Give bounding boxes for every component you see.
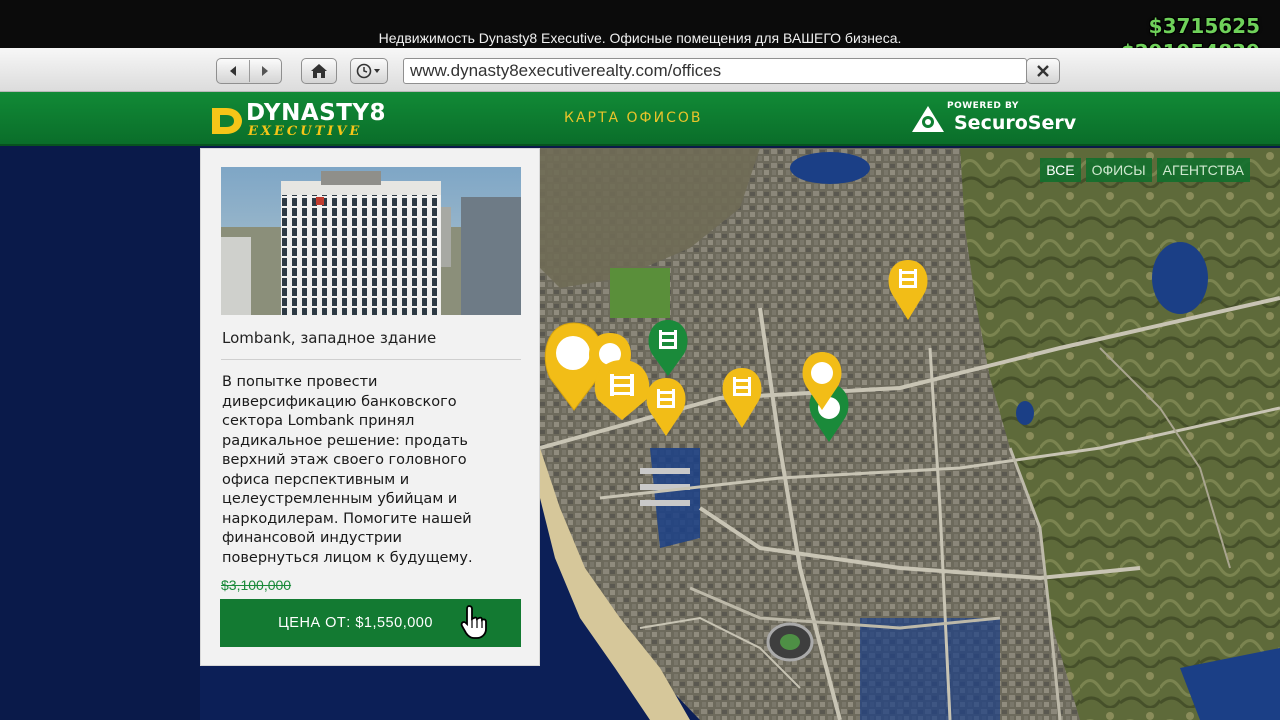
property-info-panel: Lombank, западное здание В попытке прове… [200,148,540,666]
site-header: DYNASTY8 EXECUTIVE КАРТА ОФИСОВ POWERED … [0,92,1280,146]
forward-button[interactable] [249,59,281,83]
office-pin-selected[interactable] [648,320,688,376]
cash-balance: $3715625 [1148,14,1260,38]
history-clock-icon [356,63,380,79]
filter-offices-button[interactable]: ОФИСЫ [1085,158,1152,182]
filter-all-button[interactable]: ВСЕ [1040,158,1081,182]
page-title: КАРТА ОФИСОВ [564,110,703,126]
nav-buttons [216,58,282,84]
map-filter-bar: ВСЕ ОФИСЫ АГЕНТСТВА [1040,158,1250,182]
property-photo [221,167,521,315]
securoserv-logo-icon [912,106,944,132]
office-pin[interactable] [646,378,686,436]
logo-main-text: DYNASTY8 [246,100,387,126]
property-title: Lombank, западное здание [222,329,437,347]
buy-price-label: ЦЕНА ОТ: $1,550,000 [278,615,433,631]
old-price: $3,100,000 [221,577,292,593]
forward-arrow-icon [262,66,269,76]
history-button[interactable] [350,58,388,84]
back-button[interactable] [217,59,249,83]
home-button[interactable] [301,58,337,84]
securoserv-brand: SecuroServ [954,112,1077,134]
close-x-icon [1037,65,1049,77]
property-description: В попытке провести диверсификацию банков… [222,374,473,566]
office-pin[interactable] [722,368,762,428]
browser-toolbar: www.dynasty8executiverealty.com/offices [0,48,1280,92]
game-browser-screen: Недвижимость Dynasty8 Executive. Офисные… [0,0,1280,720]
office-pin-large[interactable] [594,360,650,420]
window-titlebar: Недвижимость Dynasty8 Executive. Офисные… [0,0,1280,48]
map-markers-layer [544,260,928,442]
dynasty8-logo-icon [212,108,242,134]
logo-sub-text: EXECUTIVE [248,124,363,139]
close-button[interactable] [1026,58,1060,84]
dynasty8-logo[interactable]: DYNASTY8 EXECUTIVE [208,100,386,140]
building-photo-image [221,167,521,315]
hand-cursor-icon [460,605,487,639]
back-arrow-icon [229,66,236,76]
home-icon [311,64,327,78]
url-bar[interactable]: www.dynasty8executiverealty.com/offices [403,58,1027,84]
securoserv-logo: POWERED BY SecuroServ [910,100,1080,140]
filter-agencies-button[interactable]: АГЕНТСТВА [1156,158,1250,182]
office-pin[interactable] [888,260,928,320]
city-map[interactable] [0,148,1280,720]
powered-by-label: POWERED BY [947,101,1019,111]
title-divider [221,359,521,360]
window-title: Недвижимость Dynasty8 Executive. Офисные… [378,30,902,46]
